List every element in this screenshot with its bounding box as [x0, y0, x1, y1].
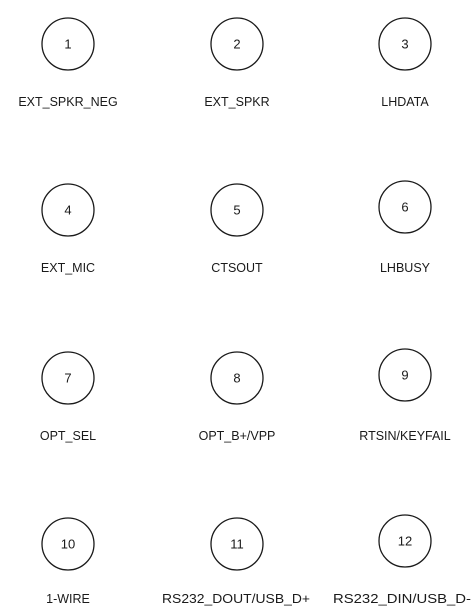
pin-4-number: 4 — [64, 203, 71, 218]
pin-1: 1 EXT_SPKR_NEG — [18, 17, 118, 109]
pin-2-number: 2 — [233, 37, 240, 52]
pin-9-number: 9 — [401, 368, 408, 383]
pin-1-label: EXT_SPKR_NEG — [18, 95, 117, 109]
pin-9-label: RTSIN/KEYFAIL — [359, 429, 451, 443]
pin-7: 7 OPT_SEL — [40, 351, 96, 443]
pin-2-label: EXT_SPKR — [204, 95, 269, 109]
pin-7-label: OPT_SEL — [40, 429, 96, 443]
pin-5: 5 CTSOUT — [210, 183, 264, 275]
pin-3-label: LHDATA — [381, 95, 429, 109]
pin-11-number: 11 — [230, 537, 244, 552]
pin-3-number: 3 — [401, 37, 408, 52]
pin-1-number: 1 — [64, 37, 71, 52]
pin-6-label: LHBUSY — [380, 261, 431, 275]
pin-8: 8 OPT_B+/VPP — [199, 351, 276, 443]
pin-4: 4 EXT_MIC — [41, 183, 95, 275]
pin-8-number: 8 — [233, 371, 240, 386]
pin-11: 11 RS232_DOUT/USB_D+ — [162, 517, 310, 606]
pin-5-number: 5 — [233, 203, 240, 218]
pin-5-label: CTSOUT — [211, 261, 263, 275]
pin-11-label: RS232_DOUT/USB_D+ — [162, 592, 310, 606]
pin-9: 9 RTSIN/KEYFAIL — [359, 348, 451, 443]
pin-10: 10 1-WIRE — [41, 517, 95, 606]
pin-10-label: 1-WIRE — [46, 592, 90, 606]
pin-2: 2 EXT_SPKR — [204, 17, 270, 109]
pin-12-label: RS232_DIN/USB_D- — [333, 592, 471, 606]
pin-6-number: 6 — [401, 200, 408, 215]
pin-4-label: EXT_MIC — [41, 261, 95, 275]
pin-12: 12 RS232_DIN/USB_D- — [333, 514, 471, 606]
pin-7-number: 7 — [64, 371, 71, 386]
pin-3: 3 LHDATA — [378, 17, 432, 109]
pin-6: 6 LHBUSY — [378, 180, 432, 275]
pin-8-label: OPT_B+/VPP — [199, 429, 276, 443]
connector-pinout-diagram: 1 EXT_SPKR_NEG 2 EXT_SPKR 3 LHDATA 4 EXT… — [18, 17, 471, 606]
pin-10-number: 10 — [61, 537, 75, 552]
pin-12-number: 12 — [398, 534, 412, 549]
